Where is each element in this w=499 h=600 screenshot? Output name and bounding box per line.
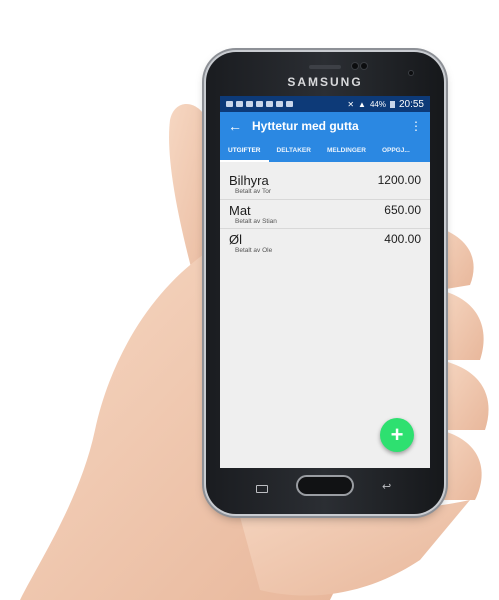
- notification-icon: [276, 101, 283, 107]
- list-item[interactable]: Øl 400.00 Betalt av Ole: [220, 228, 430, 257]
- speaker-grille: [309, 65, 341, 69]
- expense-list: Bilhyra 1200.00 Betalt av Tor Mat 650.00…: [220, 162, 430, 257]
- back-icon[interactable]: ↩: [382, 480, 391, 493]
- expense-amount: 650.00: [384, 203, 421, 217]
- add-expense-button[interactable]: +: [380, 418, 414, 452]
- signal-icon: ▲: [358, 99, 366, 109]
- camera-icon: [352, 63, 358, 69]
- expense-paid-by: Betalt av Stian: [235, 218, 277, 225]
- battery-icon: [389, 100, 395, 108]
- sensor-icon: [361, 63, 367, 69]
- expense-amount: 1200.00: [377, 173, 421, 187]
- notification-icon: [286, 101, 293, 107]
- device-brand: SAMSUNG: [287, 75, 363, 89]
- arrow-left-icon[interactable]: ←: [228, 118, 248, 134]
- page-title: Hyttetur med gutta: [252, 119, 359, 133]
- app-bar: ← Hyttetur med gutta ⋮: [220, 112, 430, 140]
- plus-icon: +: [390, 422, 404, 447]
- tab-utgifter[interactable]: UTGIFTER: [220, 140, 269, 162]
- expense-amount: 400.00: [384, 232, 421, 246]
- status-time: 20:55: [398, 98, 424, 110]
- notification-icon: [266, 101, 273, 107]
- notification-icon: [226, 101, 233, 107]
- expense-name: Øl: [229, 232, 242, 247]
- notification-icon: [246, 101, 253, 107]
- notification-icon: [236, 101, 243, 107]
- expense-paid-by: Betalt av Tor: [235, 188, 272, 195]
- tab-oppgjor[interactable]: OPPGJ...: [374, 140, 418, 162]
- status-right: ✕ ▲ 44% 20:55: [347, 99, 424, 110]
- list-item[interactable]: Mat 650.00 Betalt av Stian: [220, 199, 430, 228]
- expense-name: Mat: [229, 203, 251, 218]
- more-vert-icon[interactable]: ⋮: [410, 119, 422, 133]
- expense-paid-by: Betalt av Ole: [235, 247, 273, 254]
- tab-bar: UTGIFTER DELTAKER MELDINGER OPPGJ...: [220, 140, 430, 162]
- notification-icon: [256, 101, 263, 107]
- list-item[interactable]: Bilhyra 1200.00 Betalt av Tor: [220, 170, 430, 199]
- tab-meldinger[interactable]: MELDINGER: [319, 140, 374, 162]
- expense-name: Bilhyra: [229, 173, 269, 188]
- phone-screen: ✕ ▲ 44% 20:55 ← Hyttetur med gutta ⋮ UTG…: [220, 96, 430, 468]
- notification-icons: [226, 101, 293, 107]
- home-button[interactable]: [298, 477, 352, 494]
- recent-apps-icon[interactable]: [256, 485, 268, 493]
- tab-deltaker[interactable]: DELTAKER: [269, 140, 319, 162]
- phone-device: SAMSUNG ✕ ▲ 44% 20:55 ← Hyttetur med gut…: [206, 52, 444, 514]
- status-bar: ✕ ▲ 44% 20:55: [220, 96, 430, 112]
- notification-led-icon: [409, 71, 413, 75]
- battery-percent: 44%: [369, 99, 386, 109]
- mute-icon: ✕: [347, 99, 355, 109]
